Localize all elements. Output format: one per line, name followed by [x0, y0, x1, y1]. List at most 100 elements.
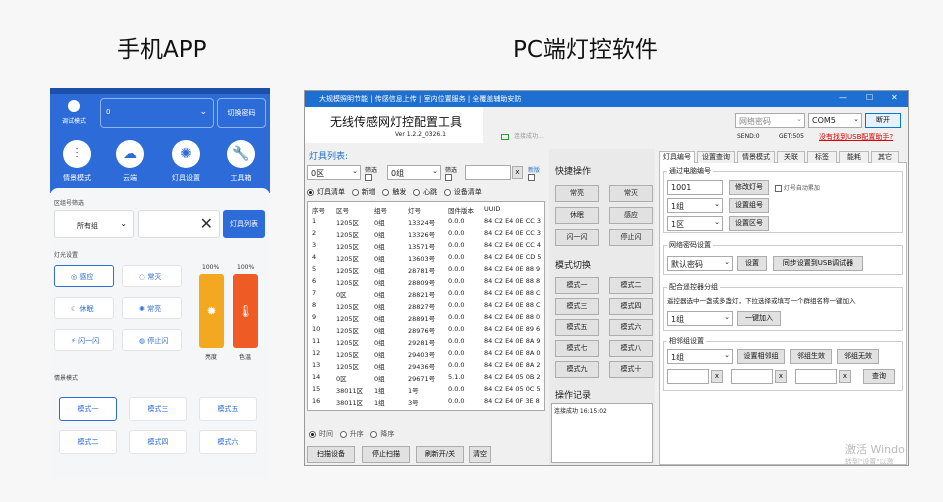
scan-devices-button[interactable]: 扫描设备	[307, 446, 355, 463]
tool-scene-mode[interactable]: ⫶ 情景模式	[54, 140, 100, 183]
table-row[interactable]: 14 0区 0组 29671号 5.1.0 84 C2 E4 05 0B 2	[308, 372, 544, 383]
scene-mode-1[interactable]: 模式一	[59, 397, 117, 421]
set-adjacent-button[interactable]: 设置相邻组	[737, 349, 785, 364]
table-row[interactable]: 2 1205区 0组 13326号 0.0.0 84 C2 E4 0E CC 3	[308, 228, 544, 239]
zone-filter[interactable]: 筛选	[365, 165, 377, 181]
new-version-toggle[interactable]: 新版	[528, 165, 540, 181]
mode-10-button[interactable]: 模式十	[609, 361, 653, 378]
radio-light-list[interactable]: 灯具清单	[307, 188, 345, 196]
table-row[interactable]: 5 1205区 0组 28781号 0.0.0 84 C2 E4 0E 88 9	[308, 264, 544, 275]
light-sleep-button[interactable]: ☾ 休眠	[54, 297, 114, 319]
light-table[interactable]: 序号 区号 组号 灯号 固件版本 UUID 1 1205区 0组 13324号 0.0.…	[307, 201, 545, 411]
table-row[interactable]: 8 1205区 0组 28827号 0.0.0 84 C2 E4 0E 88 C	[308, 300, 544, 311]
tab-6[interactable]: 其它	[871, 151, 899, 163]
stop-flash-button[interactable]: ◍ 停止闪	[122, 329, 182, 351]
zone-input[interactable]: ✕	[138, 210, 220, 238]
table-row[interactable]: 10 1205区 0组 28976号 0.0.0 84 C2 E4 0E 89 6	[308, 324, 544, 335]
brightness-slider[interactable]: ✹	[199, 274, 224, 348]
sort-asc[interactable]: 升序	[339, 430, 364, 438]
password-select[interactable]: 网络密码 ⌄	[735, 113, 805, 128]
clear-input-3[interactable]: x	[839, 370, 851, 383]
adjacent-group-select[interactable]: 1组 ⌄	[667, 349, 733, 364]
clear-button[interactable]: 清空	[469, 446, 491, 463]
tool-toolbox[interactable]: 🔧 工具箱	[218, 140, 264, 183]
clear-input-1[interactable]: x	[711, 370, 723, 383]
table-row[interactable]: 6 1205区 0组 28809号 0.0.0 84 C2 E4 0E 88 8	[308, 276, 544, 287]
set-group-button[interactable]: 设置组号	[729, 198, 769, 213]
light-off-button[interactable]: ◌ 常灭	[122, 265, 182, 287]
auto-increment-checkbox[interactable]	[775, 185, 782, 192]
flash-button[interactable]: ⚡ 闪一闪	[54, 329, 114, 351]
adjacent-on-button[interactable]: 邻组生效	[790, 349, 832, 364]
mode-5-button[interactable]: 模式五	[555, 319, 599, 336]
group-filter[interactable]: 筛选	[445, 165, 457, 181]
table-row[interactable]: 11 1205区 0组 29281号 0.0.0 84 C2 E4 0E 8A 9	[308, 336, 544, 347]
sync-usb-button[interactable]: 同步设置到USB调试器	[773, 256, 863, 271]
tab-2[interactable]: 情景模式	[737, 151, 775, 163]
sort-desc[interactable]: 降序	[370, 430, 394, 438]
zone-filter-checkbox[interactable]	[365, 174, 372, 181]
adjacent-input-1[interactable]	[667, 369, 709, 384]
one-click-join-button[interactable]: 一键加入	[737, 311, 781, 326]
zone-number-select[interactable]: 1区 ⌄	[667, 216, 723, 231]
scene-mode-3[interactable]: 模式三	[129, 397, 187, 421]
mode-3-button[interactable]: 模式三	[555, 298, 599, 315]
new-version-checkbox[interactable]	[528, 174, 535, 181]
table-row[interactable]: 1 1205区 0组 13324号 0.0.0 84 C2 E4 0E CC 3	[308, 216, 544, 227]
clear-input-2[interactable]: x	[775, 370, 787, 383]
group-select[interactable]: 0 ⌄	[100, 98, 214, 128]
light-id-input[interactable]: 1001	[667, 180, 723, 195]
quick-always-on-button[interactable]: 常亮	[555, 185, 599, 202]
table-row[interactable]: 9 1205区 0组 28891号 0.0.0 84 C2 E4 0E 88 0	[308, 312, 544, 323]
table-row[interactable]: 16 38011区 1组 3号 0.0.0 84 C2 E4 0F 3E 8	[308, 396, 544, 407]
group-filter-checkbox[interactable]	[445, 174, 452, 181]
quick-flash-button[interactable]: 闪一闪	[555, 229, 599, 246]
adjacent-off-button[interactable]: 邻组无效	[837, 349, 879, 364]
quick-sleep-button[interactable]: 休眠	[555, 207, 599, 224]
stop-scan-button[interactable]: 停止扫描	[362, 446, 410, 463]
group-select[interactable]: 0组 ⌄	[387, 165, 441, 180]
set-zone-button[interactable]: 设置区号	[729, 216, 769, 231]
mode-7-button[interactable]: 模式七	[555, 340, 599, 357]
debug-mode-toggle[interactable]: 调试模式	[54, 100, 94, 125]
tab-5[interactable]: 能耗	[839, 151, 869, 163]
tab-4[interactable]: 标签	[807, 151, 837, 163]
usb-helper-link[interactable]: 没有找到USB配置助手?	[819, 132, 893, 142]
mode-6-button[interactable]: 模式六	[609, 319, 653, 336]
tab-1[interactable]: 设置查询	[697, 151, 735, 163]
password-type-select[interactable]: 默认密码 ⌄	[667, 256, 733, 271]
sort-time[interactable]: 时间	[309, 430, 333, 438]
com-port-select[interactable]: COM5 ⌄	[808, 113, 862, 128]
quick-stop-flash-button[interactable]: 停止闪	[609, 229, 653, 246]
radio-device-list[interactable]: 设备清单	[443, 188, 482, 196]
table-row[interactable]: 15 38011区 1组 1号 0.0.0 84 C2 E4 05 0C 5	[308, 384, 544, 395]
tab-3[interactable]: 关联	[777, 151, 805, 163]
tab-0[interactable]: 灯具编号	[659, 151, 695, 163]
disconnect-button[interactable]: 断开	[865, 113, 901, 128]
radio-trigger[interactable]: 触发	[382, 188, 406, 196]
zone-select[interactable]: 所有组 ⌄	[54, 210, 134, 238]
table-row[interactable]: 12 1205区 0组 29403号 0.0.0 84 C2 E4 0E 8A 0	[308, 348, 544, 359]
maximize-icon[interactable]: ☐	[866, 93, 873, 102]
mode-2-button[interactable]: 模式二	[609, 277, 653, 294]
mode-4-button[interactable]: 模式四	[609, 298, 653, 315]
quick-sense-button[interactable]: 感应	[609, 207, 653, 224]
modify-light-id-button[interactable]: 修改灯号	[729, 180, 769, 195]
remote-group-select[interactable]: 1组 ⌄	[667, 311, 733, 326]
switch-password-button[interactable]: 切换密码	[217, 98, 266, 128]
mode-1-button[interactable]: 模式一	[555, 277, 599, 294]
light-on-button[interactable]: ✺ 常亮	[122, 297, 182, 319]
table-row[interactable]: 3 1205区 0组 13571号 0.0.0 84 C2 E4 0E CC 4	[308, 240, 544, 251]
scene-mode-2[interactable]: 模式二	[59, 430, 117, 454]
query-button[interactable]: 查询	[863, 369, 895, 384]
radio-new[interactable]: 新增	[351, 188, 376, 196]
table-row[interactable]: 7 0区 0组 28821号 0.0.0 84 C2 E4 0E 88 C	[308, 288, 544, 299]
light-list-button[interactable]: 灯具列表	[223, 210, 265, 238]
table-row[interactable]: 4 1205区 0组 13603号 0.0.0 84 C2 E4 0E CD 5	[308, 252, 544, 263]
adjacent-input-3[interactable]	[795, 369, 837, 384]
close-icon[interactable]: ✕	[891, 93, 898, 102]
scene-mode-6[interactable]: 模式六	[199, 430, 257, 454]
set-password-button[interactable]: 设置	[737, 256, 767, 271]
mode-8-button[interactable]: 模式八	[609, 340, 653, 357]
minimize-icon[interactable]: —	[839, 93, 847, 102]
